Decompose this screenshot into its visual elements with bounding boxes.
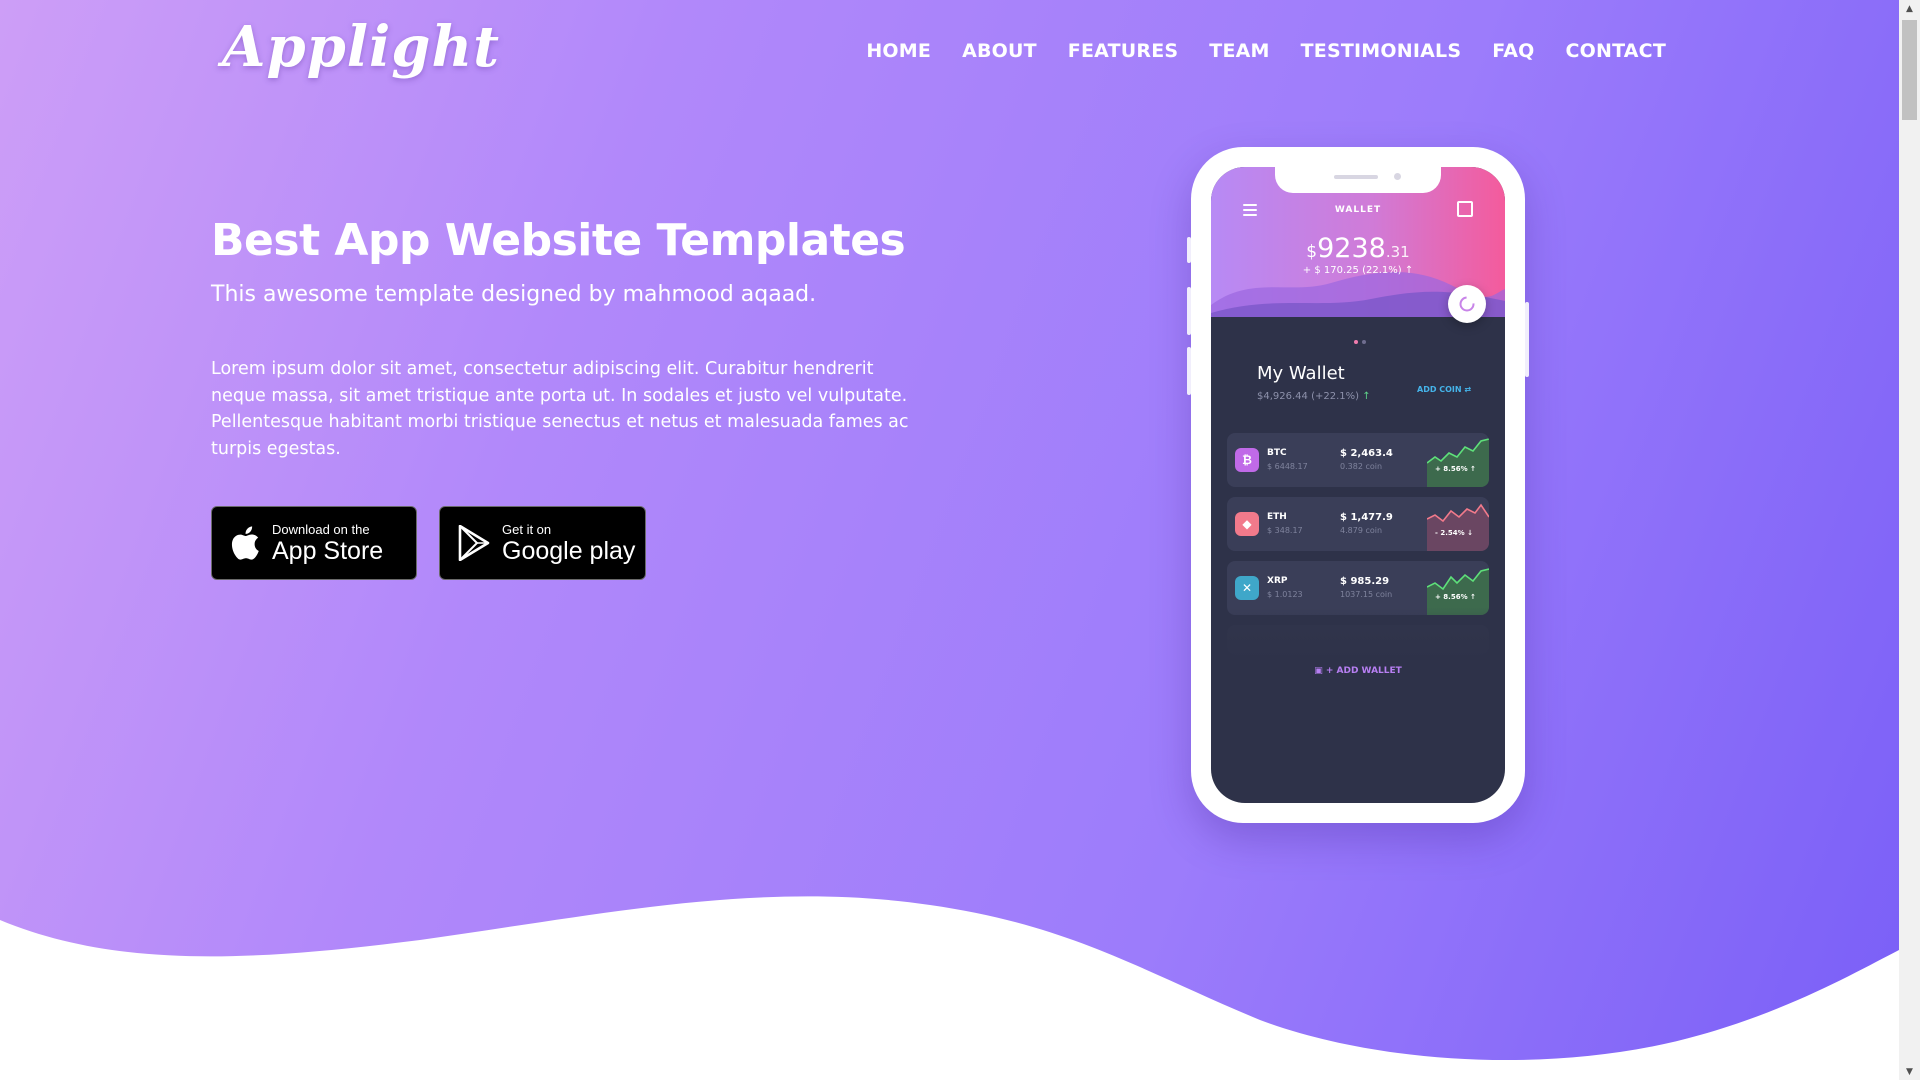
coin-price: $ 985.29 (1340, 576, 1390, 587)
phone-side-button (1187, 237, 1191, 263)
coin-sub-value: $ 6448.17 (1267, 462, 1308, 471)
wallet-total-arrow: ↑ (1362, 391, 1371, 402)
app-store-big-label: App Store (272, 536, 384, 565)
coin-quantity: 4.879 coin (1340, 526, 1383, 535)
brand-logo[interactable]: Applight (222, 14, 500, 80)
phone-power-button (1525, 302, 1529, 377)
coin-symbol: BTC (1267, 448, 1287, 458)
add-wallet-label: + ADD WALLET (1325, 666, 1402, 676)
coin-price: $ 2,463.4 (1340, 448, 1393, 459)
hero-title: Best App Website Templates (211, 215, 906, 266)
coin-price: $ 1,477.9 (1340, 512, 1393, 523)
hero-subtitle: This awesome template designed by mahmoo… (211, 282, 817, 307)
nav-testimonials[interactable]: TESTIMONIALS (1301, 40, 1462, 62)
list-fade (1211, 607, 1505, 667)
nav-features[interactable]: FEATURES (1068, 40, 1178, 62)
coin-row-btc[interactable]: ₿ BTC $ 6448.17 $ 2,463.4 0.382 coin + 8… (1227, 433, 1489, 487)
refresh-icon[interactable] (1448, 285, 1486, 323)
phone-mockup: WALLET $9238.31 + $ 170.25 (22.1%) ↑ My … (1187, 147, 1529, 823)
coin-quantity: 0.382 coin (1340, 462, 1383, 471)
btc-sparkline (1427, 438, 1489, 487)
nav-contact[interactable]: CONTACT (1566, 40, 1667, 62)
scroll-up-arrow-icon[interactable]: ▲ (1899, 0, 1920, 17)
add-coin-button[interactable]: ADD COIN ⇄ (1417, 385, 1471, 394)
balance-cents: .31 (1385, 243, 1410, 261)
wallet-total-value: $4,926.44 (+22.1%) (1257, 391, 1360, 402)
nav-team[interactable]: TEAM (1209, 40, 1269, 62)
ripple-icon: ✕ (1235, 576, 1259, 600)
my-wallet-title: My Wallet (1257, 363, 1345, 384)
hero-paragraph: Lorem ipsum dolor sit amet, consectetur … (211, 359, 909, 459)
balance-main: 9238 (1317, 233, 1386, 264)
balance-currency: $ (1306, 242, 1318, 262)
coin-change: + 8.56% ↑ (1435, 465, 1476, 473)
balance-change: + $ 170.25 (22.1%) ↑ (1302, 265, 1414, 276)
wallet-icon: ▣ (1314, 666, 1323, 676)
ethereum-icon: ◆ (1235, 512, 1259, 536)
add-wallet-button[interactable]: ▣ + ADD WALLET (1211, 666, 1505, 676)
coin-change: - 2.54% ↓ (1435, 529, 1473, 537)
google-play-button[interactable]: Get it on Google play (439, 506, 646, 580)
phone-screen: WALLET $9238.31 + $ 170.25 (22.1%) ↑ My … (1211, 167, 1505, 803)
hero-section: Applight HOME ABOUT FEATURES TEAM TESTIM… (0, 0, 1899, 1080)
phone-volume-up-button (1187, 287, 1191, 335)
apple-icon (230, 525, 260, 561)
coin-symbol: ETH (1267, 512, 1287, 522)
nav-faq[interactable]: FAQ (1492, 40, 1534, 62)
main-nav: HOME ABOUT FEATURES TEAM TESTIMONIALS FA… (866, 40, 1666, 62)
app-store-small-label: Download on the (272, 521, 370, 537)
add-coin-icon: ⇄ (1464, 385, 1472, 394)
coin-symbol: XRP (1267, 576, 1288, 586)
google-play-icon (458, 525, 490, 561)
front-camera (1394, 173, 1401, 180)
speaker-grille (1334, 175, 1378, 179)
coin-row-eth[interactable]: ◆ ETH $ 348.17 $ 1,477.9 4.879 coin - 2.… (1227, 497, 1489, 551)
coin-sub-value: $ 1.0123 (1267, 590, 1303, 599)
bitcoin-icon: ₿ (1235, 448, 1259, 472)
my-wallet-total: $4,926.44 (+22.1%) ↑ (1257, 391, 1371, 402)
coin-change: + 8.56% ↑ (1435, 593, 1476, 601)
vertical-scrollbar[interactable]: ▲ ▼ (1899, 0, 1920, 1080)
scroll-down-arrow-icon[interactable]: ▼ (1899, 1063, 1920, 1080)
bottom-wave (0, 896, 1899, 1080)
nav-home[interactable]: HOME (866, 40, 931, 62)
page-indicator (1354, 340, 1366, 344)
eth-sparkline (1427, 503, 1489, 551)
app-store-button[interactable]: Download on the App Store (211, 506, 417, 580)
wallet-balance: $9238.31 (1211, 233, 1505, 264)
coin-quantity: 1037.15 coin (1340, 590, 1393, 599)
nav-about[interactable]: ABOUT (962, 40, 1037, 62)
coin-sub-value: $ 348.17 (1267, 526, 1303, 535)
scrollbar-thumb[interactable] (1902, 20, 1917, 120)
phone-volume-down-button (1187, 347, 1191, 395)
google-play-small-label: Get it on (502, 521, 552, 537)
add-coin-label: ADD COIN (1417, 385, 1462, 394)
google-play-big-label: Google play (502, 536, 636, 565)
phone-notch (1275, 167, 1441, 193)
qr-code-icon[interactable] (1457, 201, 1473, 217)
